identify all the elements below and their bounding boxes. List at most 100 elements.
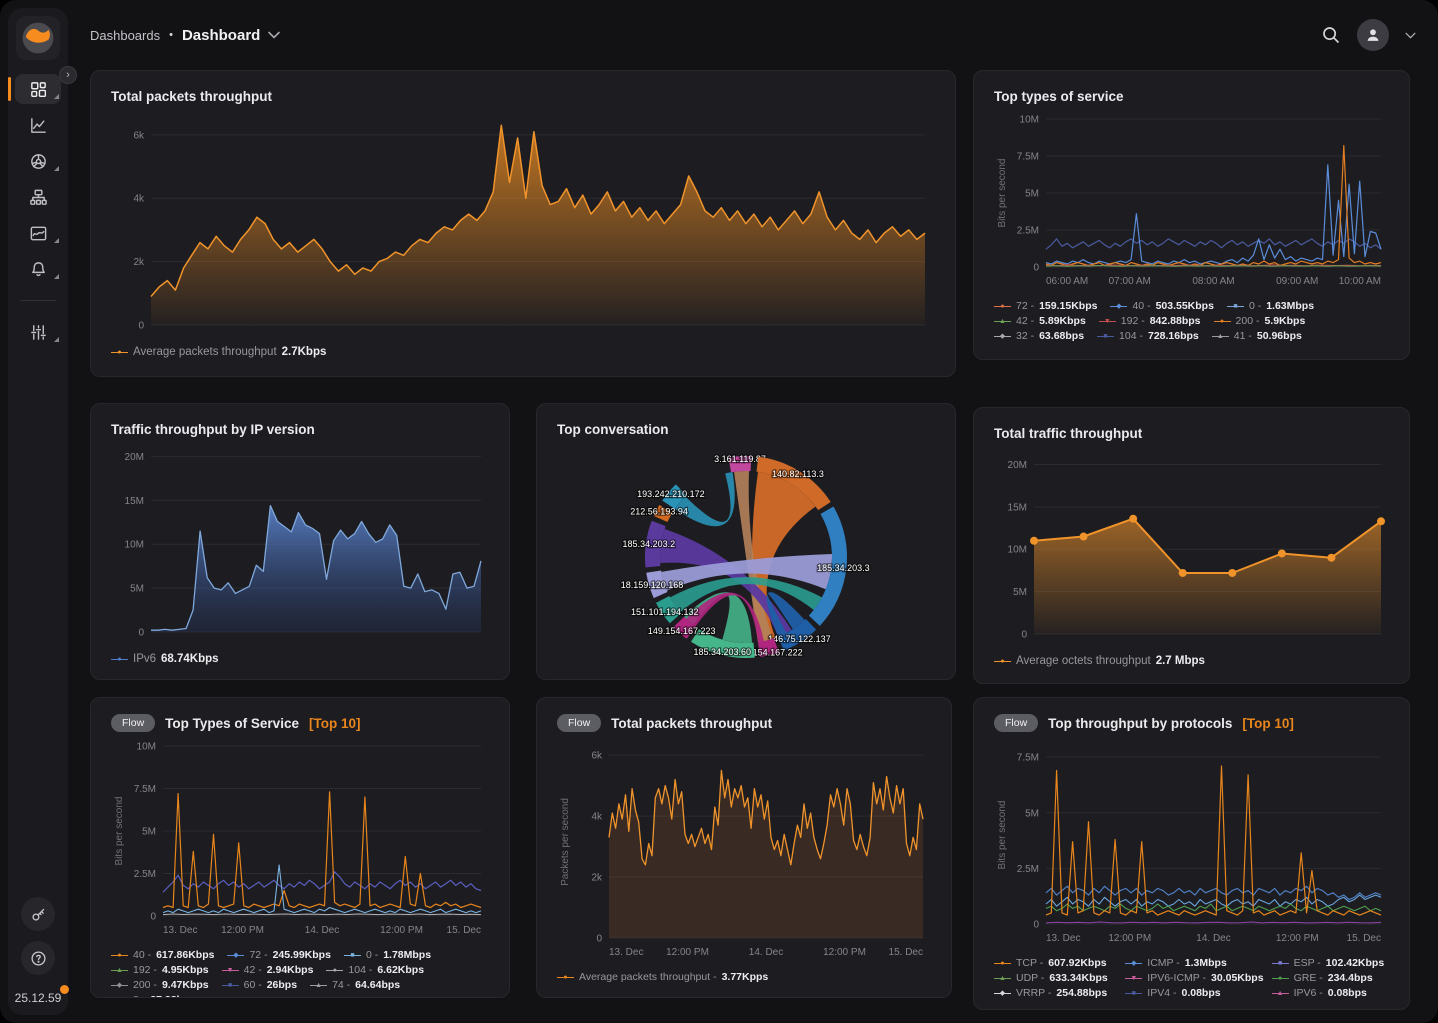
- sidebar-item-traffic[interactable]: [15, 146, 61, 176]
- svg-text:10M: 10M: [1008, 545, 1027, 556]
- sidebar-item-dashboards[interactable]: [15, 74, 61, 104]
- line-chart-icon: [29, 116, 48, 135]
- panel-total-traffic-throughput: Total traffic throughput 0 5M 10M 15M 20M ●A…: [973, 407, 1410, 684]
- help-button[interactable]: [21, 941, 55, 975]
- legend-item[interactable]: ●TCP -607.92Kbps: [994, 957, 1117, 969]
- search-button[interactable]: [1321, 25, 1341, 45]
- legend-item[interactable]: ▲41 -50.96bps: [1212, 330, 1302, 342]
- expand-caret-icon: [54, 238, 59, 243]
- svg-text:12:00 PM: 12:00 PM: [1276, 933, 1319, 944]
- svg-text:6k: 6k: [591, 751, 603, 762]
- legend-item[interactable]: ■IPV4 -0.08bps: [1125, 987, 1263, 999]
- app-logo[interactable]: [16, 16, 60, 60]
- top-types-chart: 02.5M5M7.5M10M06:00 AM07:00 AM08:00 AM09…: [994, 111, 1389, 289]
- legend-item[interactable]: ●Average packets throughput -3.77Kpps: [557, 971, 768, 983]
- svg-text:10M: 10M: [137, 742, 156, 753]
- flow-badge: Flow: [557, 714, 601, 732]
- breadcrumb[interactable]: Dashboards: [90, 28, 160, 43]
- legend-item[interactable]: ●Average packets throughput2.7Kbps: [111, 346, 326, 358]
- sidebar-nav: [8, 74, 68, 347]
- sidebar-item-topology[interactable]: [15, 182, 61, 212]
- legend-item[interactable]: ●200 -5.9Kbps: [1214, 315, 1306, 327]
- svg-text:0: 0: [1021, 630, 1027, 641]
- expand-caret-icon: [54, 94, 59, 99]
- svg-text:7.5M: 7.5M: [1017, 152, 1039, 163]
- panel-title: Total traffic throughput: [994, 426, 1142, 441]
- legend-item[interactable]: ▲42 -5.89Kbps: [994, 315, 1086, 327]
- svg-text:15M: 15M: [125, 496, 144, 507]
- legend-item[interactable]: ▼8 -27.28bps: [111, 994, 195, 998]
- panel-title: Top types of service: [994, 89, 1124, 104]
- legend-item[interactable]: ●IPv668.74Kbps: [111, 653, 219, 665]
- api-key-button[interactable]: [21, 897, 55, 931]
- user-avatar[interactable]: [1357, 19, 1389, 51]
- dashboard-dropdown-chevron-icon[interactable]: [268, 31, 280, 39]
- sidebar-item-reports[interactable]: [15, 218, 61, 248]
- svg-text:0: 0: [1033, 920, 1039, 931]
- total-traffic-chart: 0 5M 10M 15M 20M: [994, 448, 1389, 644]
- svg-text:13. Dec: 13. Dec: [1046, 933, 1080, 944]
- panel-ip-version: Traffic throughput by IP version 05M10M1…: [90, 403, 510, 680]
- panel-title: Traffic throughput by IP version: [111, 422, 315, 437]
- sidebar-item-settings[interactable]: [15, 317, 61, 347]
- svg-text:151.101.194.132: 151.101.194.132: [631, 607, 699, 617]
- legend-item[interactable]: ◆72 -245.99Kbps: [227, 949, 330, 961]
- legend-item[interactable]: ▼42 -2.94Kbps: [222, 964, 314, 976]
- question-icon: [30, 950, 47, 967]
- sidebar-item-analytics[interactable]: [15, 110, 61, 140]
- legend-item[interactable]: ▲IPV6 -0.08bps: [1272, 987, 1389, 999]
- legend-item[interactable]: ◆40 -503.55Kbps: [1110, 300, 1213, 312]
- user-menu-chevron-icon[interactable]: [1405, 32, 1416, 39]
- area-chart-icon: [29, 224, 48, 243]
- legend-item[interactable]: ●Average octets throughput2.7 Mbps: [994, 655, 1205, 667]
- chart-legend: ●TCP -607.92Kbps ◆ICMP -1.3Mbps ■ESP -102.…: [994, 957, 1389, 999]
- page-title[interactable]: Dashboard: [182, 27, 260, 44]
- svg-text:10M: 10M: [1020, 115, 1039, 126]
- legend-item[interactable]: ■60 -26bps: [222, 979, 297, 991]
- panel-top-conversation: Top conversation 3.161.119.87140.82.113.…: [536, 403, 956, 680]
- legend-item[interactable]: ▲192 -4.95Kbps: [111, 964, 209, 976]
- top10-label: [Top 10]: [309, 716, 361, 731]
- legend-item[interactable]: ■0 -1.63Mbps: [1227, 300, 1314, 312]
- legend-item[interactable]: ▲74 -64.64bps: [310, 979, 400, 991]
- legend-item[interactable]: ▼192 -842.88bps: [1099, 315, 1201, 327]
- flow-tos-chart: 02.5M5M7.5M10M13. Dec12:00 PM14. Dec12:0…: [111, 738, 489, 938]
- svg-text:12:00 PM: 12:00 PM: [1108, 933, 1151, 944]
- svg-text:2k: 2k: [133, 257, 145, 268]
- legend-item[interactable]: ▼IPV6-ICMP -30.05Kbps: [1125, 972, 1263, 984]
- panel-title: Top conversation: [557, 422, 669, 437]
- legend-item[interactable]: ▲UDP -633.34Kbps: [994, 972, 1117, 984]
- chart-legend: ●IPv668.74Kbps: [111, 653, 489, 665]
- svg-text:185.34.203.2: 185.34.203.2: [623, 539, 676, 549]
- legend-item[interactable]: ◆VRRP -254.88bps: [994, 987, 1117, 999]
- legend-item[interactable]: ■104 -728.16bps: [1097, 330, 1199, 342]
- svg-text:212.56.193.94: 212.56.193.94: [630, 507, 688, 517]
- svg-text:146.75.122.137: 146.75.122.137: [768, 634, 831, 644]
- sidebar-divider: [20, 300, 56, 301]
- svg-text:0: 0: [138, 628, 144, 639]
- legend-item[interactable]: ●104 -6.62Kbps: [326, 964, 424, 976]
- legend-item[interactable]: ◆200 -9.47Kbps: [111, 979, 209, 991]
- svg-text:15. Dec: 15. Dec: [447, 925, 481, 936]
- panel-total-packets-throughput: Total packets throughput 02k4k6k ●Averag…: [90, 70, 956, 377]
- svg-text:2.5M: 2.5M: [1017, 226, 1039, 237]
- legend-item[interactable]: ◆ICMP -1.3Mbps: [1125, 957, 1263, 969]
- sidebar-item-alerts[interactable]: [15, 254, 61, 284]
- svg-text:15M: 15M: [1008, 502, 1027, 513]
- chart-legend: ●40 -617.86Kbps ◆72 -245.99Kbps ■0 -1.78Mb…: [111, 949, 489, 998]
- legend-item[interactable]: ●GRE -234.4bps: [1272, 972, 1389, 984]
- svg-text:193.242.210.172: 193.242.210.172: [637, 489, 705, 499]
- legend-item[interactable]: ◆32 -63.68bps: [994, 330, 1084, 342]
- legend-item[interactable]: ●72 -159.15Kbps: [994, 300, 1097, 312]
- panel-top-types-of-service: Top types of service 02.5M5M7.5M10M06:00…: [973, 70, 1410, 360]
- legend-item[interactable]: ■0 -1.78Mbps: [344, 949, 431, 961]
- legend-item[interactable]: ■ESP -102.42Kbps: [1272, 957, 1389, 969]
- svg-text:08:00 AM: 08:00 AM: [1192, 276, 1234, 287]
- legend-item[interactable]: ●40 -617.86Kbps: [111, 949, 214, 961]
- svg-text:14. Dec: 14. Dec: [1196, 933, 1230, 944]
- svg-text:0: 0: [596, 934, 602, 945]
- svg-text:5M: 5M: [1013, 587, 1027, 598]
- sidebar-expand-button[interactable]: ›: [59, 66, 77, 84]
- svg-text:20M: 20M: [1008, 460, 1027, 471]
- svg-text:10:00 AM: 10:00 AM: [1339, 276, 1381, 287]
